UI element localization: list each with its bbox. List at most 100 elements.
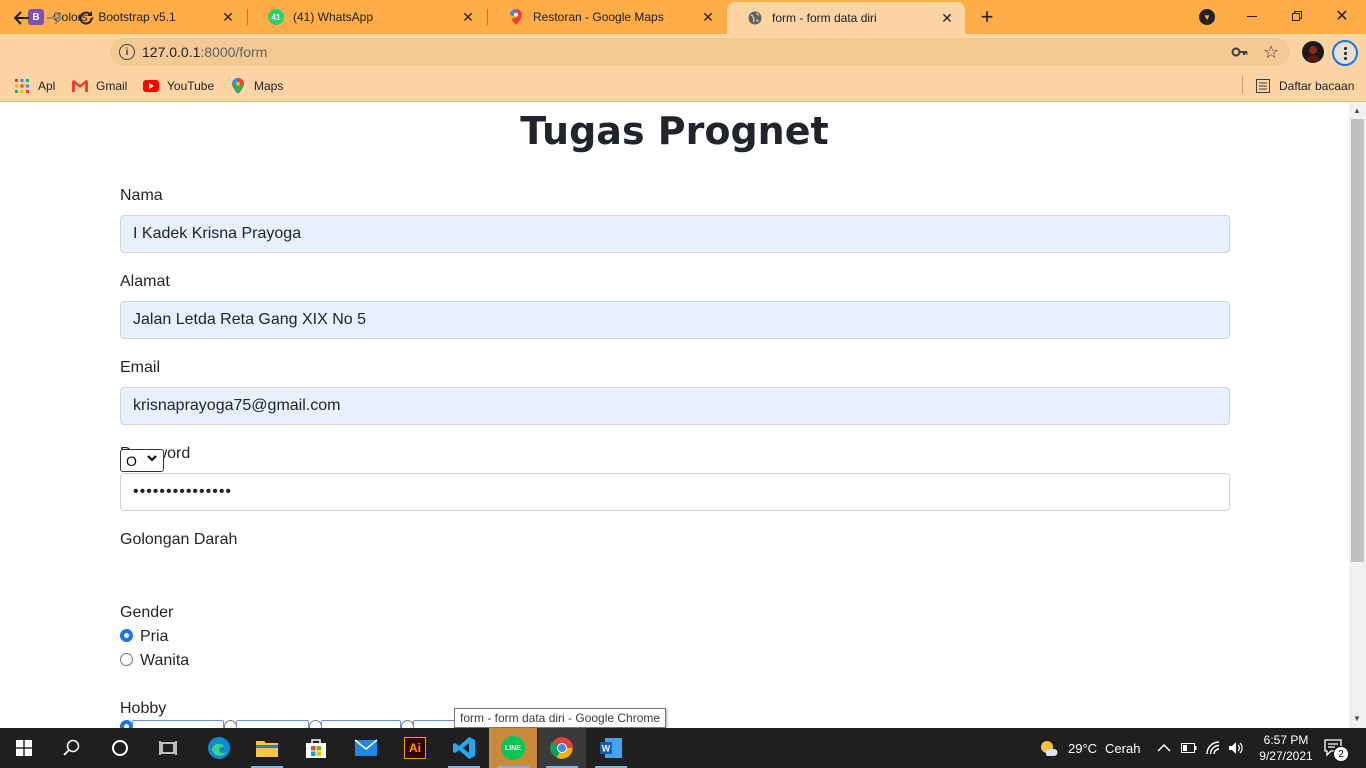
maps-pin-icon — [508, 9, 524, 25]
bookmark-maps[interactable]: Maps — [230, 76, 283, 96]
alamat-value: Jalan Letda Reta Gang XIX No 5 — [133, 311, 367, 328]
taskbar-vscode[interactable] — [440, 728, 488, 768]
minimize-button[interactable] — [1240, 4, 1264, 28]
email-input[interactable]: krisnaprayoga75@gmail.com — [120, 387, 1230, 425]
bookmark-apps[interactable]: Apl — [14, 76, 55, 96]
gender-option-wanita[interactable]: Wanita — [140, 652, 189, 670]
close-tab-icon[interactable]: ✕ — [218, 7, 238, 27]
close-tab-icon[interactable]: ✕ — [937, 8, 957, 28]
apps-grid-icon — [14, 78, 30, 94]
nama-input[interactable]: I Kadek Krisna Prayoga — [120, 215, 1230, 253]
gender-option-pria[interactable]: Pria — [140, 628, 168, 646]
kebab-dot-icon — [1343, 46, 1347, 50]
chevron-down-icon: ▼ — [1203, 12, 1211, 22]
hobby-option-1[interactable] — [132, 720, 224, 728]
notification-center-button[interactable]: 2 — [1324, 728, 1349, 768]
chevron-up-icon — [1157, 743, 1171, 752]
reload-icon — [79, 11, 93, 25]
bookmark-label: Apl — [38, 79, 56, 93]
cortana-icon — [112, 740, 128, 756]
password-value: ••••••••••••••• — [133, 483, 233, 500]
wifi-button[interactable] — [1206, 728, 1222, 768]
taskbar-illustrator[interactable]: Ai — [391, 728, 439, 768]
taskbar-file-explorer[interactable] — [243, 728, 291, 768]
speaker-icon — [1229, 742, 1243, 754]
battery-button[interactable] — [1181, 728, 1197, 768]
hobby-label: Hobby — [120, 700, 167, 717]
url-text[interactable]: 127.0.0.1:8000/form — [142, 44, 267, 60]
store-icon — [306, 739, 326, 758]
taskbar-mail[interactable] — [342, 728, 390, 768]
hobby-option-4[interactable] — [413, 720, 455, 728]
bookmark-label: Gmail — [96, 79, 128, 93]
taskbar-line[interactable]: LINE — [489, 728, 537, 768]
chrome-icon — [550, 737, 573, 759]
tab-google-maps[interactable]: Restoran - Google Maps ✕ — [488, 0, 726, 34]
url-path: :8000/form — [200, 44, 268, 60]
clock[interactable]: 6:57 PM 9/27/2021 — [1253, 728, 1319, 768]
wifi-icon — [1206, 741, 1220, 755]
kebab-dot-icon — [1343, 56, 1347, 60]
folder-icon — [256, 741, 278, 757]
volume-button[interactable] — [1228, 728, 1244, 768]
taskbar-tooltip: form - form data diri - Google Chrome — [454, 708, 667, 728]
weather-widget[interactable]: 29°C Cerah — [1038, 728, 1140, 768]
svg-text:W: W — [602, 744, 611, 754]
tab-search-button[interactable]: ▼ — [1199, 9, 1215, 25]
alamat-input[interactable]: Jalan Letda Reta Gang XIX No 5 — [120, 301, 1230, 339]
new-tab-button[interactable]: + — [975, 4, 999, 29]
scrollbar-thumb[interactable] — [1351, 119, 1364, 562]
scroll-up-icon[interactable]: ▲ — [1353, 106, 1361, 115]
url-host: 127.0.0.1 — [142, 44, 201, 60]
golongan-darah-label: Golongan Darah — [120, 531, 238, 548]
bookmark-gmail[interactable]: Gmail — [72, 76, 127, 96]
taskbar-chrome[interactable] — [538, 728, 586, 768]
back-button[interactable] — [8, 4, 36, 32]
reading-list-button[interactable]: Daftar bacaan — [1255, 76, 1354, 96]
mail-icon — [354, 739, 378, 756]
golongan-darah-select[interactable]: O — [120, 449, 164, 472]
key-icon[interactable] — [1231, 44, 1249, 60]
gender-label: Gender — [120, 604, 174, 621]
restore-button[interactable] — [1285, 4, 1309, 28]
nama-value: I Kadek Krisna Prayoga — [133, 225, 302, 242]
chrome-menu-button[interactable] — [1332, 40, 1358, 66]
hobby-option-3[interactable] — [321, 720, 401, 728]
site-info-icon[interactable]: i — [119, 44, 135, 60]
bookmarks-divider — [1242, 76, 1243, 94]
start-button[interactable] — [0, 728, 48, 768]
search-button[interactable] — [48, 728, 96, 768]
taskbar-edge[interactable] — [195, 728, 243, 768]
globe-favicon-icon — [747, 10, 763, 26]
restore-icon — [1292, 11, 1302, 21]
taskbar-store[interactable] — [292, 728, 340, 768]
gender-radio-wanita[interactable] — [120, 653, 133, 666]
reading-list-label: Daftar bacaan — [1279, 79, 1355, 93]
task-view-icon — [159, 741, 177, 755]
password-input[interactable]: ••••••••••••••• — [120, 473, 1230, 511]
close-tab-icon[interactable]: ✕ — [698, 7, 718, 27]
page-content: Tugas Prognet Nama I Kadek Krisna Prayog… — [0, 103, 1349, 728]
arrow-right-icon — [47, 11, 62, 25]
illustrator-icon: Ai — [404, 737, 426, 759]
tray-overflow-button[interactable] — [1157, 728, 1171, 768]
reload-button[interactable] — [72, 4, 100, 32]
taskbar-word[interactable]: W — [587, 728, 635, 768]
forward-button[interactable] — [40, 4, 68, 32]
gender-radio-pria[interactable] — [120, 629, 133, 642]
close-tab-icon[interactable]: ✕ — [458, 7, 478, 27]
bookmark-star-icon[interactable]: ☆ — [1263, 43, 1281, 61]
profile-avatar[interactable] — [1302, 41, 1324, 63]
tab-whatsapp[interactable]: 41 (41) WhatsApp ✕ — [248, 0, 486, 34]
scroll-down-icon[interactable]: ▼ — [1353, 714, 1361, 723]
task-view-button[interactable] — [144, 728, 192, 768]
notification-count-badge: 2 — [1333, 746, 1349, 762]
address-bar[interactable] — [110, 38, 1290, 66]
bookmark-youtube[interactable]: YouTube — [143, 76, 214, 96]
close-window-button[interactable]: ✕ — [1330, 4, 1354, 28]
hobby-option-2[interactable] — [236, 720, 309, 728]
tab-form-active[interactable]: form - form data diri ✕ — [727, 2, 965, 34]
maps-icon — [230, 78, 246, 94]
cortana-button[interactable] — [96, 728, 144, 768]
weather-desc: Cerah — [1105, 740, 1141, 756]
